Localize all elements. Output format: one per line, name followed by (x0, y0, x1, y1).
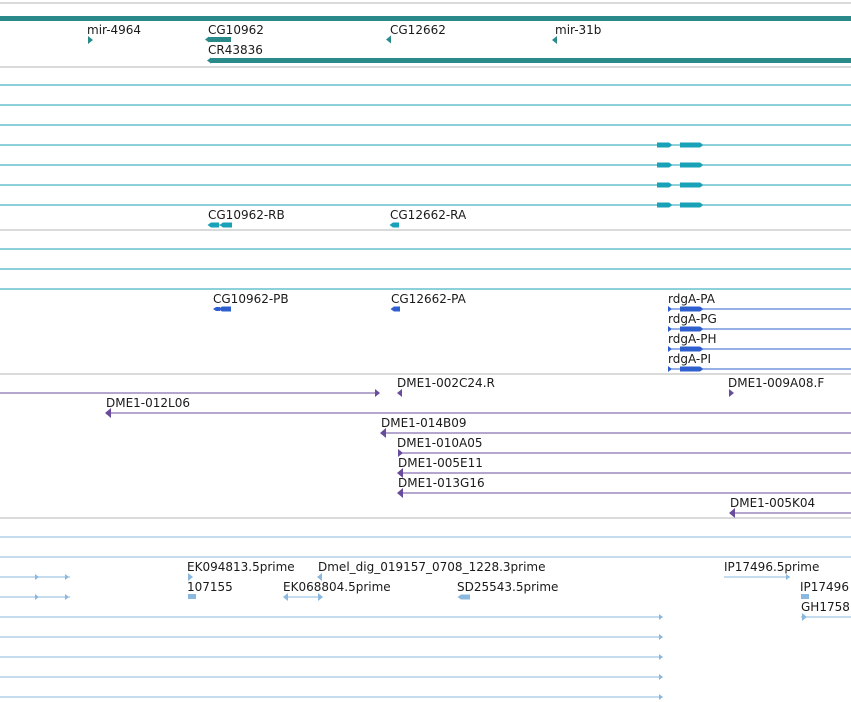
protein-label-rdga-pa[interactable]: rdgA-PA (668, 292, 715, 306)
transcript-exon-rdga-a-0 (657, 142, 673, 148)
est-tip-left-b-0 (65, 574, 69, 580)
est-label-107155[interactable]: 107155 (187, 580, 233, 594)
protein-exon-rdga-1 (680, 326, 704, 332)
protein-exon-rdga-0 (680, 306, 704, 312)
gene-glyph-cr43836-tip (207, 57, 211, 64)
est-tip-left-a-1 (35, 594, 39, 600)
protein-label-rdga-pg[interactable]: rdgA-PG (668, 312, 717, 326)
gene-glyph-cg10962 (209, 37, 231, 42)
transcript-exon-cg12662-ra (389, 222, 399, 228)
clone-label-dme1-012l06[interactable]: DME1-012L06 (106, 396, 190, 410)
est-tip-long-2 (659, 654, 663, 660)
est-label-ip17496-5prime[interactable]: IP17496.5prime (724, 560, 819, 574)
est-tip-ek068804-b (318, 593, 323, 601)
est-label-ip17496[interactable]: IP17496 (800, 580, 849, 594)
clone-label-dme1-013g16[interactable]: DME1-013G16 (398, 476, 485, 490)
protein-exon-rdga-2 (680, 346, 704, 352)
transcript-exon-rdga-b-0 (680, 142, 704, 148)
est-tip-long-0 (659, 614, 663, 620)
est-tip-long-3 (659, 674, 663, 680)
est-label-sd25543[interactable]: SD25543.5prime (457, 580, 558, 594)
transcript-exon-rdga-b-3 (680, 202, 704, 208)
transcript-exon-rdga-b-2 (680, 182, 704, 188)
est-tip-ip17496-5prime (786, 574, 790, 580)
protein-label-rdga-ph[interactable]: rdgA-PH (668, 332, 717, 346)
est-label-dmel-dig-019157[interactable]: Dmel_dig_019157_0708_1228.3prime (318, 560, 546, 574)
transcript-exon-rdga-a-3 (657, 202, 673, 208)
gene-glyph-mir-31b (552, 36, 557, 44)
genome-track-view (0, 2, 851, 700)
est-tip-gh1758 (802, 613, 807, 621)
gene-glyph-cr43836 (211, 58, 851, 63)
est-glyph-107155 (188, 594, 196, 599)
est-glyph-ip17496 (801, 594, 809, 599)
clone-label-dme1-002c24r[interactable]: DME1-002C24.R (397, 376, 495, 390)
clone-label-dme1-010a05[interactable]: DME1-010A05 (397, 436, 483, 450)
transcript-exon-rdga-b-1 (680, 162, 704, 168)
protein-label-cg10962-pb[interactable]: CG10962-PB (213, 292, 289, 306)
gene-label-cg10962[interactable]: CG10962 (208, 23, 264, 37)
gene-glyph-mir-4964 (88, 36, 93, 44)
clone-label-dme1-005k04[interactable]: DME1-005K04 (730, 496, 815, 510)
transcript-label-cg10962-rb[interactable]: CG10962-RB (208, 208, 285, 222)
gene-label-cg12662[interactable]: CG12662 (390, 23, 446, 37)
clone-label-dme1-005e11[interactable]: DME1-005E11 (398, 456, 483, 470)
est-tip-long-4 (659, 694, 663, 700)
clone-glyph-009a08 (729, 389, 734, 397)
transcript-label-cg12662-ra[interactable]: CG12662-RA (390, 208, 466, 222)
est-tip-left-b-1 (65, 594, 69, 600)
protein-exon-rdga-3 (680, 366, 704, 372)
transcript-exon-rdga-a-2 (657, 182, 673, 188)
gene-glyph-cg10962-tip (205, 36, 209, 43)
est-label-gh1758[interactable]: GH1758 (801, 600, 850, 614)
est-label-ek068804[interactable]: EK068804.5prime (283, 580, 391, 594)
gene-label-mir-31b[interactable]: mir-31b (555, 23, 601, 37)
gene-label-mir-4964[interactable]: mir-4964 (87, 23, 141, 37)
est-label-ek094813[interactable]: EK094813.5prime (187, 560, 295, 574)
clone-glyph-002c24 (397, 389, 402, 397)
clone-tip-left (375, 389, 380, 397)
protein-label-cg12662-pa[interactable]: CG12662-PA (391, 292, 466, 306)
est-tip-left-a-0 (35, 574, 39, 580)
est-glyph-sd25543 (457, 594, 470, 600)
protein-label-rdga-pi[interactable]: rdgA-PI (668, 352, 711, 366)
gene-label-cr43836[interactable]: CR43836 (208, 43, 263, 57)
transcript-exon-rdga-a-1 (657, 162, 673, 168)
gene-bar-top (0, 16, 851, 21)
clone-label-dme1-009a08f[interactable]: DME1-009A08.F (728, 376, 824, 390)
protein-exon-cg12662-pa (390, 306, 400, 312)
clone-label-dme1-014b09[interactable]: DME1-014B09 (381, 416, 467, 430)
est-tip-ek068804-a (283, 593, 288, 601)
est-tip-long-1 (659, 634, 663, 640)
protein-tip-rdga-3 (668, 366, 672, 372)
